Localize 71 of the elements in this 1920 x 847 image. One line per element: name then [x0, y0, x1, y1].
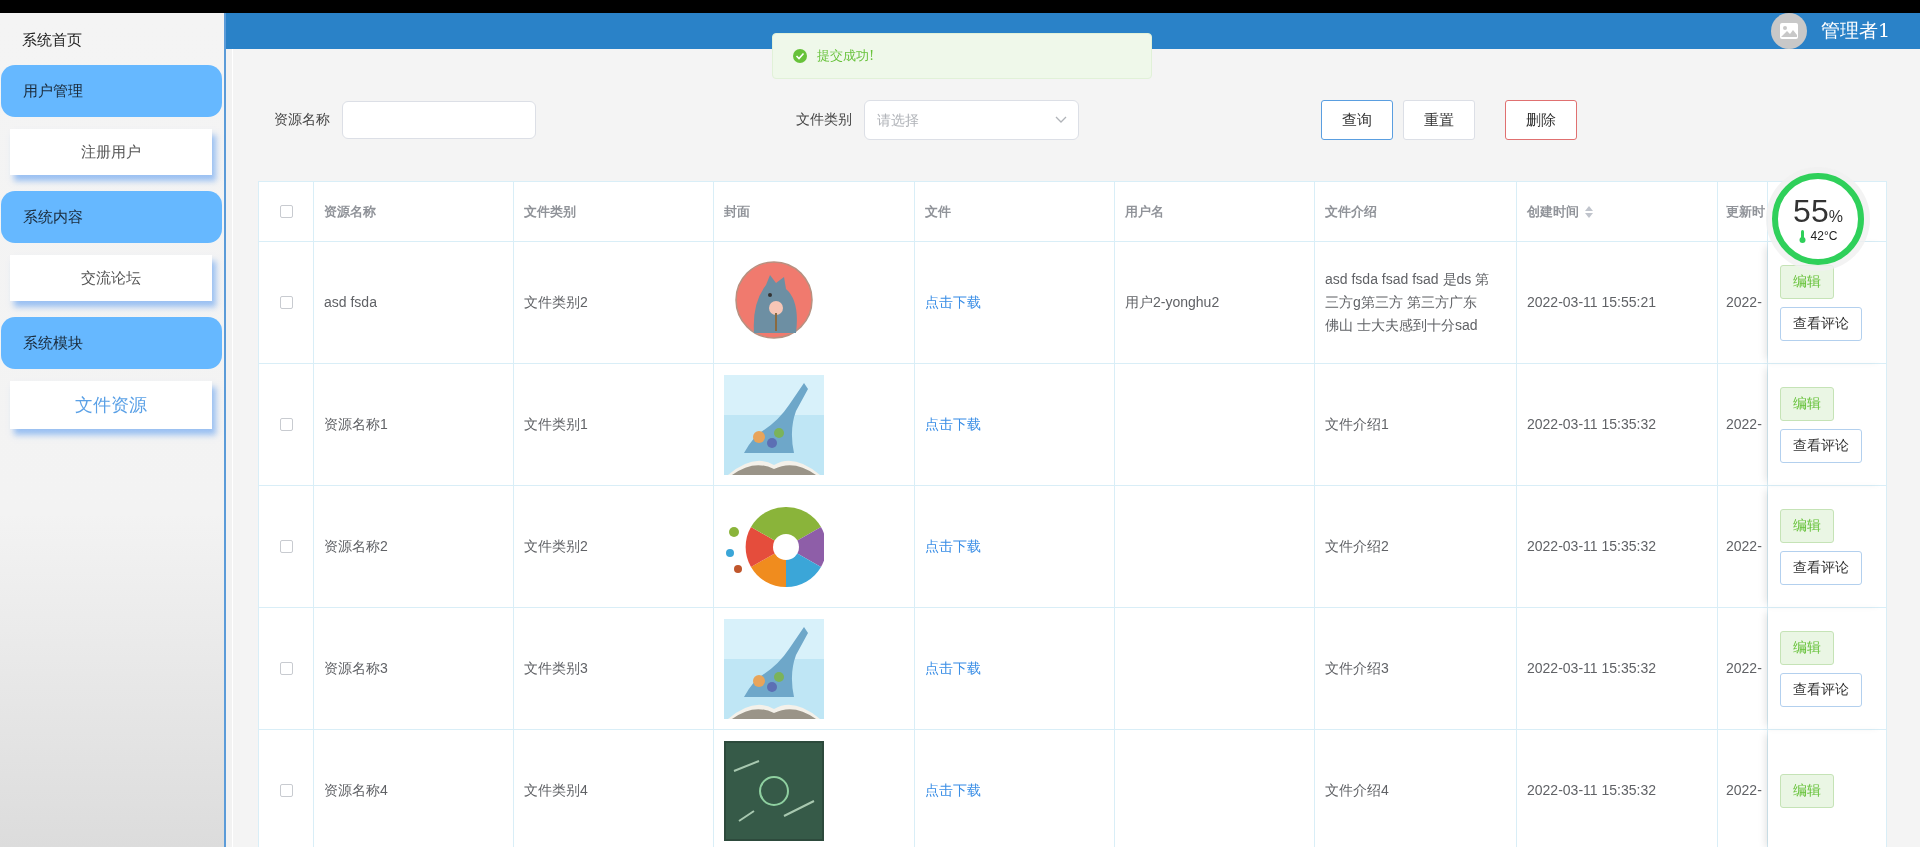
- menu-group[interactable]: 系统内容: [1, 191, 222, 243]
- menu-item[interactable]: 注册用户: [10, 129, 212, 175]
- table-cell-text: 资源名称1: [324, 414, 388, 434]
- download-link[interactable]: 点击下载: [925, 781, 981, 800]
- table-cell-text: 文件类别2: [524, 536, 588, 556]
- table-cell-text: 文件类别3: [524, 658, 588, 678]
- toast-message: 提交成功!: [817, 47, 875, 65]
- download-link[interactable]: 点击下载: [925, 415, 981, 434]
- sort-icon: [1585, 205, 1593, 218]
- download-link[interactable]: 点击下载: [925, 659, 981, 678]
- table-cell-text: 文件介绍3: [1325, 658, 1389, 678]
- menu-item[interactable]: 交流论坛: [10, 255, 212, 301]
- table-cell-text: 文件介绍2: [1325, 536, 1389, 556]
- column-header: 封面: [724, 202, 750, 221]
- row-checkbox[interactable]: [279, 540, 293, 553]
- table-cell-text: 文件类别4: [524, 780, 588, 800]
- query-button[interactable]: 查询: [1321, 100, 1393, 140]
- table-cell-text: 用户2-yonghu2: [1125, 292, 1220, 312]
- chevron-down-icon: [1055, 116, 1067, 124]
- table-cell-text: 文件介绍4: [1325, 780, 1389, 800]
- column-header: 文件: [925, 202, 951, 221]
- user-name[interactable]: 管理者1: [1820, 18, 1890, 44]
- view-comments-button[interactable]: 查看评论: [1780, 428, 1862, 463]
- row-checkbox[interactable]: [279, 418, 293, 431]
- row-checkbox[interactable]: [279, 296, 293, 309]
- table-cell-text: 资源名称3: [324, 658, 388, 678]
- download-link[interactable]: 点击下载: [925, 293, 981, 312]
- table-cell-text: 文件类别2: [524, 292, 588, 312]
- table-cell-text: 资源名称4: [324, 780, 388, 800]
- table-cell-text: 2022-: [1726, 658, 1762, 678]
- table-cell-text: 2022-: [1726, 292, 1762, 312]
- table-cell-text: asd fsda: [324, 292, 377, 312]
- row-checkbox[interactable]: [279, 662, 293, 675]
- table-cell-text: 文件介绍1: [1325, 414, 1389, 434]
- table-cell-text: 2022-03-11 15:35:32: [1527, 658, 1656, 678]
- usage-value: 55: [1793, 195, 1829, 227]
- column-header: 用户名: [1125, 202, 1164, 221]
- check-circle-icon: [793, 49, 807, 63]
- thermometer-icon: [1798, 229, 1806, 243]
- view-comments-button[interactable]: 查看评论: [1780, 550, 1862, 585]
- reset-button[interactable]: 重置: [1403, 100, 1475, 140]
- search-field[interactable]: [342, 101, 536, 139]
- menu-item[interactable]: 系统首页: [0, 13, 224, 63]
- table-cell-text: 2022-03-11 15:35:32: [1527, 536, 1656, 556]
- table-cell-text: 资源名称2: [324, 536, 388, 556]
- download-link[interactable]: 点击下载: [925, 537, 981, 556]
- field-label: 资源名称: [274, 111, 330, 129]
- delete-button[interactable]: 删除: [1505, 100, 1577, 140]
- table-cell-text: 文件类别1: [524, 414, 588, 434]
- view-comments-button[interactable]: 查看评论: [1780, 672, 1862, 707]
- select-all-checkbox[interactable]: [279, 205, 293, 218]
- column-header: 文件介绍: [1325, 202, 1377, 221]
- table-cell-text: 2022-03-11 15:35:32: [1527, 414, 1656, 434]
- column-header: 文件类别: [524, 202, 576, 221]
- table-cell-text: 2022-03-11 15:35:32: [1527, 780, 1656, 800]
- field-label: 文件类别: [796, 111, 852, 129]
- menu-group[interactable]: 用户管理: [1, 65, 222, 117]
- select-field[interactable]: 请选择: [864, 100, 1079, 140]
- column-header: 更新时: [1726, 202, 1765, 221]
- menu-group[interactable]: 系统模块: [1, 317, 222, 369]
- temperature-value: 42°C: [1810, 229, 1838, 243]
- avatar-icon[interactable]: [1770, 13, 1807, 49]
- view-comments-button[interactable]: 查看评论: [1780, 306, 1862, 341]
- table-cell-text: 2022-: [1726, 414, 1762, 434]
- table-cell-text: asd fsda fsad fsad 是ds 第三方g第三方 第三方广东佛山 士大夫感到十分sad: [1325, 269, 1490, 336]
- row-checkbox[interactable]: [279, 784, 293, 797]
- table-cell-text: 2022-: [1726, 536, 1762, 556]
- table-cell-text: 2022-: [1726, 780, 1762, 800]
- table-cell-text: 2022-03-11 15:55:21: [1527, 292, 1656, 312]
- column-header: 资源名称: [324, 202, 376, 221]
- usage-unit: %: [1828, 208, 1843, 226]
